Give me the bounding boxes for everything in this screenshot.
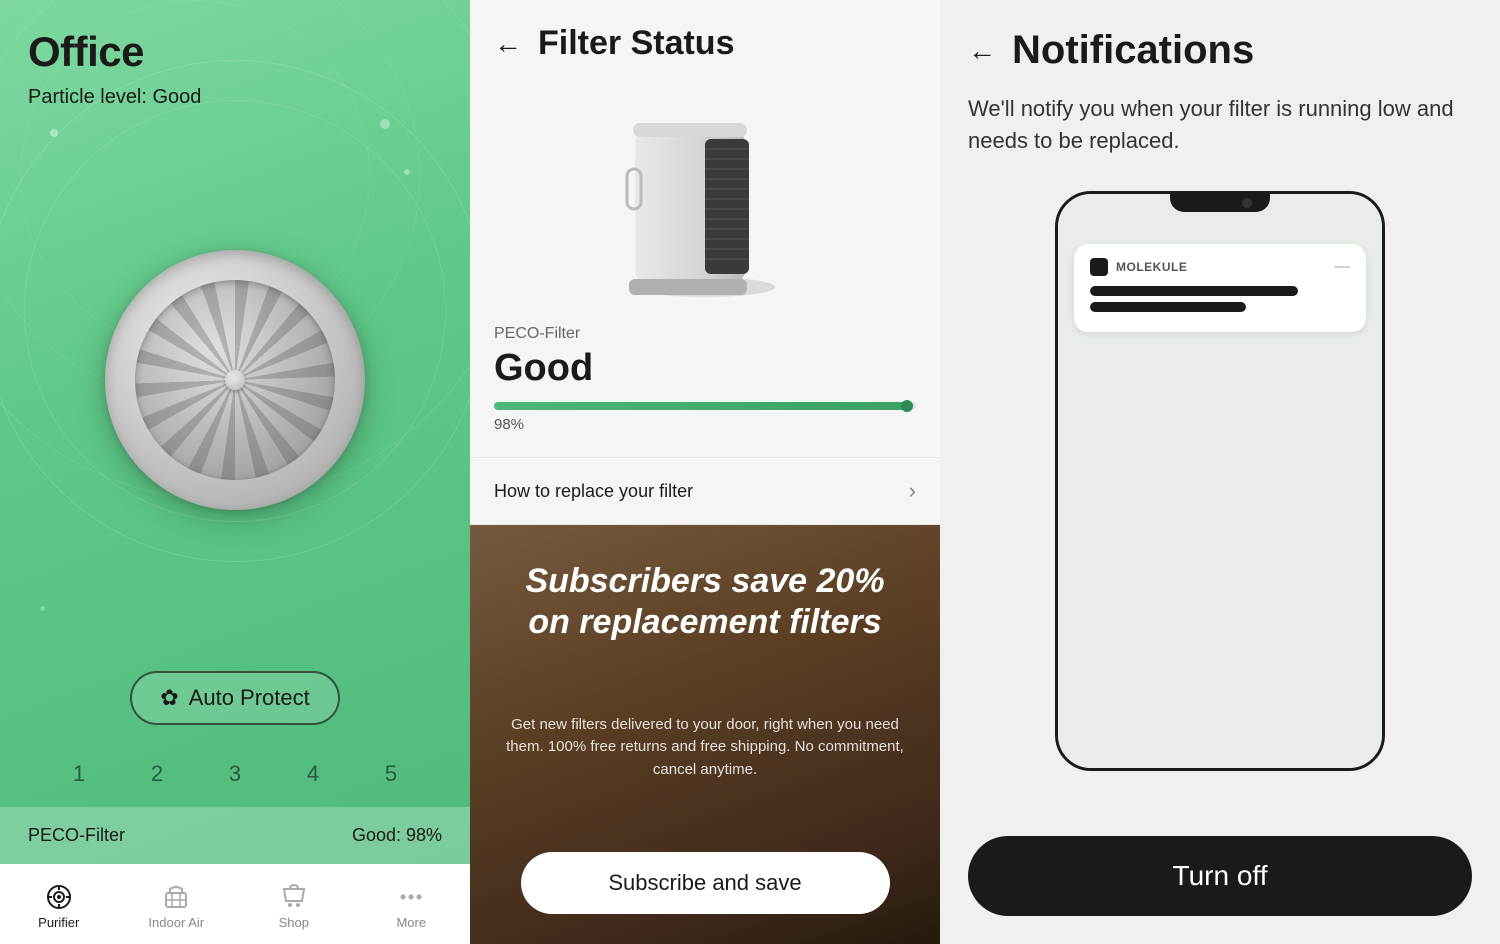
filter-value: Good: 98% bbox=[352, 825, 442, 846]
shop-nav-icon bbox=[280, 883, 308, 911]
bottom-nav: Purifier Indoor Air Shop bbox=[0, 864, 470, 944]
device-illustration bbox=[605, 89, 805, 299]
nav-indoor-air[interactable]: Indoor Air bbox=[141, 883, 211, 930]
nav-indoor-air-label: Indoor Air bbox=[148, 915, 204, 930]
notifications-description: We'll notify you when your filter is run… bbox=[940, 93, 1500, 181]
filter-condition: Good bbox=[494, 347, 916, 390]
auto-protect-label: Auto Protect bbox=[189, 685, 310, 711]
dot-4 bbox=[380, 119, 390, 129]
promo-subtext: Get new filters delivered to your door, … bbox=[500, 714, 910, 782]
filter-status-bar[interactable]: PECO-Filter Good: 98% bbox=[0, 807, 470, 864]
dot-1 bbox=[50, 129, 58, 137]
notifications-panel: ← Notifications We'll notify you when yo… bbox=[940, 0, 1500, 944]
notification-app-info: MOLEKULE bbox=[1090, 258, 1187, 276]
notification-card: MOLEKULE — bbox=[1074, 244, 1366, 332]
purifier-device[interactable] bbox=[105, 250, 365, 510]
more-nav-icon bbox=[397, 883, 425, 911]
phone-screen: MOLEKULE — bbox=[1058, 194, 1382, 768]
device-image-area bbox=[470, 79, 940, 309]
indoor-air-nav-icon bbox=[162, 883, 190, 911]
purifier-inner bbox=[135, 280, 335, 480]
filter-back-button[interactable]: ← bbox=[494, 28, 522, 60]
fan-speed-2[interactable]: 2 bbox=[151, 761, 163, 787]
fan-speed-row: 1 2 3 4 5 bbox=[0, 741, 470, 807]
filter-label: PECO-Filter bbox=[28, 825, 125, 846]
purifier-container bbox=[0, 89, 470, 671]
filter-header: ← Filter Status bbox=[470, 0, 940, 79]
phone-mockup: MOLEKULE — bbox=[1055, 191, 1385, 771]
nav-more-label: More bbox=[396, 915, 426, 930]
notification-minimize-button[interactable]: — bbox=[1334, 258, 1350, 276]
notification-line-1 bbox=[1090, 286, 1298, 296]
filter-status-title: Filter Status bbox=[538, 24, 734, 63]
nav-more[interactable]: More bbox=[376, 883, 446, 930]
fan-speed-3[interactable]: 3 bbox=[229, 761, 241, 787]
app-name: MOLEKULE bbox=[1116, 260, 1187, 274]
filter-info: PECO-Filter Good 98% bbox=[470, 309, 940, 449]
chevron-right-icon: › bbox=[909, 478, 916, 504]
nav-shop-label: Shop bbox=[279, 915, 309, 930]
filter-progress-fill bbox=[494, 402, 908, 410]
notifications-title: Notifications bbox=[1012, 28, 1254, 73]
phone-notch bbox=[1170, 194, 1270, 212]
promo-background: Subscribers save 20% on replacement filt… bbox=[470, 525, 940, 944]
nav-shop[interactable]: Shop bbox=[259, 883, 329, 930]
replace-filter-text: How to replace your filter bbox=[494, 481, 693, 502]
notification-card-header: MOLEKULE — bbox=[1090, 258, 1350, 276]
subscribe-save-button[interactable]: Subscribe and save bbox=[521, 852, 890, 914]
replace-filter-link[interactable]: How to replace your filter › bbox=[470, 457, 940, 525]
dot-3 bbox=[40, 606, 45, 611]
fan-speed-1[interactable]: 1 bbox=[73, 761, 85, 787]
fan-speed-5[interactable]: 5 bbox=[385, 761, 397, 787]
filter-percent: 98% bbox=[494, 416, 916, 433]
notification-line-2 bbox=[1090, 302, 1246, 312]
auto-protect-button[interactable]: ✿ Auto Protect bbox=[130, 671, 340, 725]
dot-2 bbox=[404, 169, 410, 175]
notifications-header: ← Notifications bbox=[940, 0, 1500, 93]
purifier-center-dot bbox=[225, 370, 245, 390]
notifications-back-button[interactable]: ← bbox=[968, 35, 996, 67]
promo-headline: Subscribers save 20% on replacement filt… bbox=[500, 561, 910, 643]
purifier-nav-icon bbox=[45, 883, 73, 911]
fan-icon: ✿ bbox=[160, 685, 178, 711]
turn-off-button[interactable]: Turn off bbox=[968, 836, 1472, 916]
office-panel: Office Particle level: Good ✿ Auto Prote… bbox=[0, 0, 470, 944]
filter-status-panel: ← Filter Status bbox=[470, 0, 940, 944]
filter-progress-bar bbox=[494, 402, 916, 410]
phone-mockup-container: MOLEKULE — bbox=[940, 181, 1500, 816]
nav-purifier-label: Purifier bbox=[38, 915, 79, 930]
promo-section: Subscribers save 20% on replacement filt… bbox=[470, 525, 940, 944]
filter-type-label: PECO-Filter bbox=[494, 325, 916, 343]
app-icon bbox=[1090, 258, 1108, 276]
fan-speed-4[interactable]: 4 bbox=[307, 761, 319, 787]
nav-purifier[interactable]: Purifier bbox=[24, 883, 94, 930]
